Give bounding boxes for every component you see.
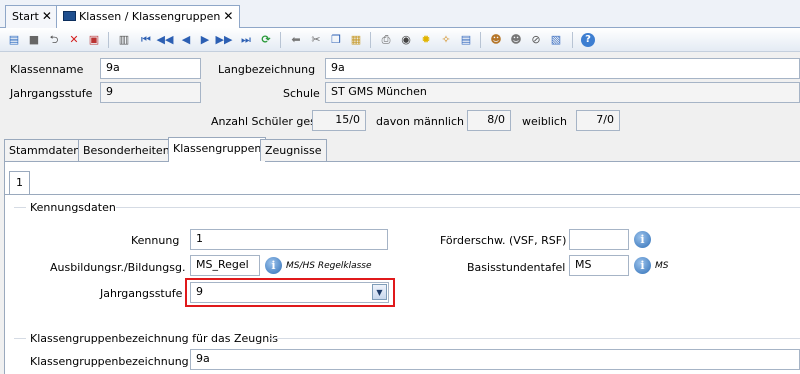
jahrgangsstufe-label: Jahrgangsstufe xyxy=(10,87,93,100)
tab-besonderheiten[interactable]: Besonderheiten xyxy=(78,139,175,161)
ausbildung-label: Ausbildungsr./Bildungsg. xyxy=(50,261,186,274)
last-record-icon[interactable]: ⏭ xyxy=(238,32,254,48)
fast-forward-icon[interactable]: ▶▶ xyxy=(216,32,233,48)
first-record-icon[interactable]: ⏮ xyxy=(138,32,154,48)
zeugnis-section-title: Klassengruppenbezeichnung für das Zeugni… xyxy=(30,332,278,345)
info-icon[interactable]: i xyxy=(265,257,282,274)
next-icon[interactable]: ▶ xyxy=(197,32,213,48)
list-icon[interactable]: ▥ xyxy=(116,32,132,48)
tab-besonderheiten-label: Besonderheiten xyxy=(83,144,170,157)
foerder-field[interactable] xyxy=(569,229,629,250)
maennlich-field: 8/0 xyxy=(467,110,511,131)
refresh-icon[interactable]: ⟳ xyxy=(258,32,274,48)
document-tab-bar: Start ✕ Klassen / Klassengruppen ✕ xyxy=(0,0,800,29)
lightbulb-icon[interactable]: ✹ xyxy=(418,32,434,48)
attach-icon[interactable]: ⊘ xyxy=(528,32,544,48)
tab-klassen-label: Klassen / Klassengruppen xyxy=(79,10,221,23)
jahrgangsstufe-field: 9 xyxy=(100,82,201,103)
basisstundentafel-field[interactable]: MS xyxy=(569,255,629,276)
tab-klassengruppen-label: Klassengruppen xyxy=(173,142,262,155)
tab-start-label: Start xyxy=(12,10,39,23)
kennung-label: Kennung xyxy=(131,234,180,247)
klassenname-field[interactable]: 9a xyxy=(100,58,201,79)
jahrgangsstufe-select[interactable]: 9 xyxy=(190,282,389,303)
langbezeichnung-label: Langbezeichnung xyxy=(218,63,316,76)
delete-icon[interactable]: ✕ xyxy=(66,32,82,48)
basisstundentafel-description: MS xyxy=(655,261,669,271)
copy-icon[interactable]: ❐ xyxy=(328,32,344,48)
paste-icon[interactable]: ▦ xyxy=(348,32,364,48)
langbezeichnung-field[interactable]: 9a xyxy=(325,58,800,79)
close-icon[interactable]: ✕ xyxy=(223,9,233,23)
report-icon[interactable]: ▧ xyxy=(548,32,564,48)
preview-icon[interactable]: ◉ xyxy=(398,32,414,48)
save-icon[interactable]: ■ xyxy=(26,32,42,48)
tab-stammdaten-label: Stammdaten xyxy=(9,144,81,157)
jahrgangsstufe-select-value: 9 xyxy=(196,285,203,298)
klassenname-label: Klassenname xyxy=(10,63,84,76)
maennlich-label: davon männlich xyxy=(376,115,464,128)
weiblich-field: 7/0 xyxy=(576,110,620,131)
toolbar: ▤ ■ ⮌ ✕ ▣ ▥ ⏮ ◀◀ ◀ ▶ ▶▶ ⏭ ⟳ ⬅ ✂ ❐ ▦ ⎙ ◉ … xyxy=(0,28,800,52)
tab-zeugnisse-label: Zeugnisse xyxy=(265,144,322,157)
info-icon[interactable]: i xyxy=(634,231,651,248)
anzahl-schueler-label: Anzahl Schüler ges. xyxy=(211,115,320,128)
print-icon[interactable]: ⎙ xyxy=(378,32,394,48)
schule-field: ST GMS München xyxy=(325,82,800,103)
chevron-down-icon[interactable]: ▼ xyxy=(372,284,387,300)
tab-klassengruppen[interactable]: Klassengruppen xyxy=(168,137,267,162)
anzahl-schueler-field: 15/0 xyxy=(312,110,366,131)
wand-icon[interactable]: ✧ xyxy=(438,32,454,48)
jahrgangsstufe-group-label: Jahrgangsstufe xyxy=(100,287,183,300)
ausbildung-description: MS/HS Regelklasse xyxy=(286,261,372,271)
basisstundentafel-label: Basisstundentafel xyxy=(467,261,566,274)
tab-zeugnisse[interactable]: Zeugnisse xyxy=(260,139,327,161)
klassengruppenbezeichnung-label: Klassengruppenbezeichnung xyxy=(30,355,189,368)
undo-icon[interactable]: ⮌ xyxy=(46,32,62,48)
user-icon[interactable]: ☻ xyxy=(508,32,524,48)
cut-icon[interactable]: ✂ xyxy=(308,32,324,48)
delete-record-icon[interactable]: ▣ xyxy=(86,32,102,48)
klassengruppenbezeichnung-field[interactable]: 9a xyxy=(190,349,800,370)
weiblich-label: weiblich xyxy=(522,115,567,128)
ausbildung-field[interactable]: MS_Regel xyxy=(190,255,260,276)
foerder-label: Förderschw. (VSF, RSF) xyxy=(440,234,567,247)
tab-start[interactable]: Start ✕ xyxy=(5,5,59,28)
grid-icon xyxy=(63,11,76,21)
tab-stammdaten[interactable]: Stammdaten xyxy=(4,139,86,161)
kennung-field[interactable]: 1 xyxy=(190,229,388,250)
info-icon[interactable]: i xyxy=(634,257,651,274)
help-icon[interactable]: ? xyxy=(580,32,596,48)
group-tab-1-label: 1 xyxy=(16,176,23,189)
arrow-left-icon[interactable]: ⬅ xyxy=(288,32,304,48)
tab-klassen[interactable]: Klassen / Klassengruppen ✕ xyxy=(56,5,241,29)
users-icon[interactable]: ☻ xyxy=(488,32,504,48)
group-tab-1[interactable]: 1 xyxy=(9,171,30,195)
new-icon[interactable]: ▤ xyxy=(6,32,22,48)
previous-icon[interactable]: ◀ xyxy=(178,32,194,48)
fast-back-icon[interactable]: ◀◀ xyxy=(157,32,174,48)
kennungsdaten-title: Kennungsdaten xyxy=(30,201,116,214)
schule-label: Schule xyxy=(283,87,320,100)
close-icon[interactable]: ✕ xyxy=(42,9,52,23)
export-icon[interactable]: ▤ xyxy=(458,32,474,48)
